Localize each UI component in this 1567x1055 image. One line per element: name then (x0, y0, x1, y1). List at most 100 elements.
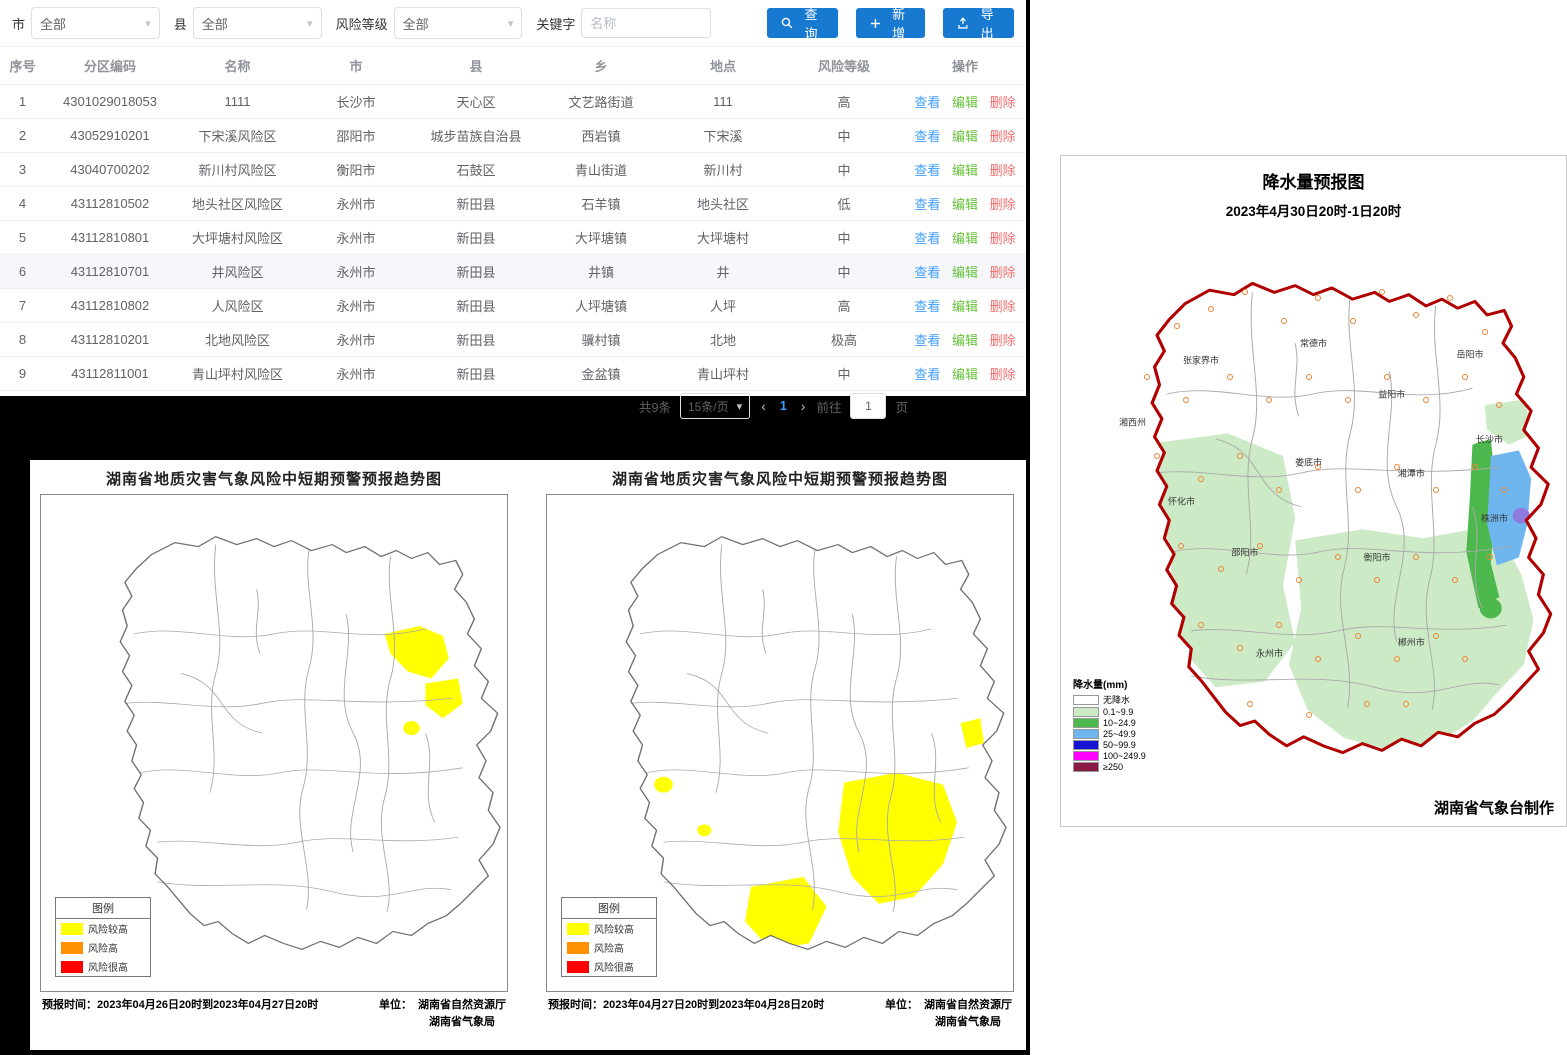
cell-city: 永州市 (300, 323, 412, 357)
cell-place: 地头社区 (662, 187, 784, 221)
legend-item: 25~49.9 (1073, 729, 1146, 739)
legend-swatch (61, 961, 83, 973)
view-link[interactable]: 查看 (914, 299, 940, 314)
trend-map-frame-1: 图例 风险较高 风险高 (40, 494, 508, 992)
keyword-label: 关键字 (536, 14, 575, 33)
cell-town: 石羊镇 (540, 187, 662, 221)
legend-item: 无降水 (1073, 693, 1146, 706)
cell-place: 新川村 (662, 153, 784, 187)
cell-seq: 2 (0, 119, 45, 153)
edit-link[interactable]: 编辑 (952, 265, 978, 280)
table-row: 6 43112810701 井风险区 永州市 新田县 井镇 井 中 查看 编辑 … (0, 255, 1026, 289)
delete-link[interactable]: 删除 (990, 197, 1016, 212)
legend-swatch (1073, 718, 1099, 728)
view-link[interactable]: 查看 (914, 231, 940, 246)
cell-seq: 8 (0, 323, 45, 357)
column-header: 地点 (662, 47, 784, 85)
chevron-down-icon: ▾ (737, 400, 743, 413)
edit-link[interactable]: 编辑 (952, 163, 978, 178)
precip-map-title: 降水量预报图 (1061, 156, 1566, 193)
city-filter-select[interactable]: 全部 ▾ (31, 7, 160, 39)
precip-legend-title: 降水量(mm) (1073, 676, 1146, 691)
edit-link[interactable]: 编辑 (952, 367, 978, 382)
map-credit: 湖南省气象台制作 (1434, 797, 1554, 818)
cell-actions: 查看 编辑 删除 (904, 85, 1026, 119)
table-body: 1 4301029018053 1111 长沙市 天心区 文艺路街道 111 高… (0, 85, 1026, 391)
delete-link[interactable]: 删除 (990, 333, 1016, 348)
edit-link[interactable]: 编辑 (952, 299, 978, 314)
legend-item: 风险很高 (56, 957, 150, 976)
delete-link[interactable]: 删除 (990, 367, 1016, 382)
cell-place: 111 (662, 85, 784, 119)
trend-map-figure-1: 湖南省地质灾害气象风险中短期预警预报趋势图 图例 (38, 468, 510, 1042)
delete-link[interactable]: 删除 (990, 163, 1016, 178)
column-header: 市 (300, 47, 412, 85)
total-count: 共9条 (639, 397, 671, 416)
view-link[interactable]: 查看 (914, 95, 940, 110)
view-link[interactable]: 查看 (914, 163, 940, 178)
legend-swatch (1073, 729, 1099, 739)
cell-seq: 9 (0, 357, 45, 391)
precip-column: 降水量预报图 2023年4月30日20时-1日20时 (1030, 0, 1567, 1055)
cell-town: 井镇 (540, 255, 662, 289)
edit-link[interactable]: 编辑 (952, 197, 978, 212)
view-link[interactable]: 查看 (914, 367, 940, 382)
column-header: 乡 (540, 47, 662, 85)
cell-place: 大坪塘村 (662, 221, 784, 255)
precip-legend: 降水量(mm) 无降水 0.1~9.9 10~24.9 (1073, 676, 1146, 772)
table-row: 5 43112810801 大坪塘村风险区 永州市 新田县 大坪塘镇 大坪塘村 … (0, 221, 1026, 255)
delete-link[interactable]: 删除 (990, 95, 1016, 110)
delete-link[interactable]: 删除 (990, 129, 1016, 144)
edit-link[interactable]: 编辑 (952, 129, 978, 144)
prev-page-button[interactable]: ‹ (759, 398, 768, 414)
cell-actions: 查看 编辑 删除 (904, 221, 1026, 255)
cell-county: 新田县 (412, 323, 540, 357)
goto-page-input[interactable] (850, 393, 886, 419)
table-header-row: 序号分区编码名称市县乡地点风险等级操作 (0, 47, 1026, 85)
cell-code: 43112811001 (45, 357, 175, 391)
cell-county: 新田县 (412, 221, 540, 255)
cell-town: 金盆镇 (540, 357, 662, 391)
legend-swatch (1073, 707, 1099, 717)
legend-item: 50~99.9 (1073, 740, 1146, 750)
delete-link[interactable]: 删除 (990, 265, 1016, 280)
cell-actions: 查看 编辑 删除 (904, 187, 1026, 221)
risk-level-filter-select[interactable]: 全部 ▾ (394, 7, 523, 39)
view-link[interactable]: 查看 (914, 129, 940, 144)
column-header: 风险等级 (784, 47, 904, 85)
export-button[interactable]: 导出 (943, 8, 1014, 38)
cell-risk-level: 中 (784, 153, 904, 187)
legend-swatch (567, 961, 589, 973)
cell-code: 43112810801 (45, 221, 175, 255)
edit-link[interactable]: 编辑 (952, 333, 978, 348)
cell-county: 新田县 (412, 255, 540, 289)
legend-swatch (1073, 751, 1099, 761)
county-filter-value: 全部 (202, 14, 228, 33)
delete-link[interactable]: 删除 (990, 231, 1016, 246)
view-link[interactable]: 查看 (914, 265, 940, 280)
edit-link[interactable]: 编辑 (952, 95, 978, 110)
cell-risk-level: 高 (784, 85, 904, 119)
view-link[interactable]: 查看 (914, 197, 940, 212)
view-link[interactable]: 查看 (914, 333, 940, 348)
cell-place: 北地 (662, 323, 784, 357)
search-button[interactable]: 查询 (767, 8, 838, 38)
cell-place: 人坪 (662, 289, 784, 323)
cell-code: 43040700202 (45, 153, 175, 187)
cell-actions: 查看 编辑 删除 (904, 255, 1026, 289)
next-page-button[interactable]: › (799, 398, 808, 414)
delete-link[interactable]: 删除 (990, 299, 1016, 314)
legend-item: 100~249.9 (1073, 751, 1146, 761)
page-size-select[interactable]: 15条/页 ▾ (680, 393, 750, 419)
keyword-input[interactable] (581, 8, 711, 38)
add-button[interactable]: 新增 (856, 8, 926, 38)
legend-swatch (61, 942, 83, 954)
county-filter-select[interactable]: 全部 ▾ (193, 7, 322, 39)
edit-link[interactable]: 编辑 (952, 231, 978, 246)
forecast-time: 预报时间：2023年04月26日20时到2023年04月27日20时 (42, 996, 318, 1012)
current-page[interactable]: 1 (777, 399, 790, 413)
search-icon (781, 17, 793, 29)
cell-actions: 查看 编辑 删除 (904, 153, 1026, 187)
cell-city: 永州市 (300, 221, 412, 255)
cell-code: 43112810201 (45, 323, 175, 357)
